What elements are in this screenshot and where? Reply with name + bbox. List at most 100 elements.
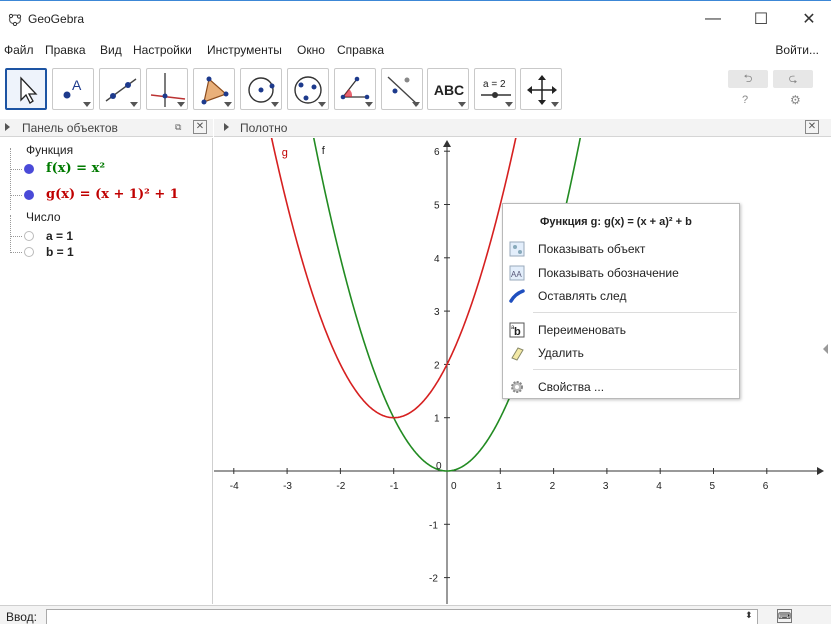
graphics-panel-title: Полотно: [240, 121, 288, 135]
gear-icon[interactable]: ⚙: [790, 93, 801, 107]
geogebra-logo-icon: [8, 13, 22, 26]
input-bar: Ввод: ⬍ ⌨: [0, 605, 831, 624]
undock-icon[interactable]: ⧉: [175, 122, 185, 132]
menu-item-properties[interactable]: Свойства ...: [503, 376, 739, 398]
sign-in-link[interactable]: Войти...: [775, 43, 819, 57]
redo-button[interactable]: ⮎: [773, 70, 813, 88]
text-tool-button[interactable]: ABC: [427, 68, 469, 110]
angle-tool-button[interactable]: [334, 68, 376, 110]
curve-g-label: g: [282, 147, 288, 159]
visibility-toggle-g[interactable]: [24, 190, 34, 200]
help-icon[interactable]: ?: [742, 94, 748, 106]
y-tick-label: 1: [434, 414, 440, 425]
menu-edit[interactable]: Правка: [45, 43, 86, 57]
gear-icon: [509, 379, 525, 395]
reflect-tool-button[interactable]: [381, 68, 423, 110]
visibility-toggle-b[interactable]: [24, 247, 34, 257]
rename-icon: ba: [509, 322, 525, 338]
y-tick-label: 3: [434, 307, 440, 318]
y-axis-arrow: [443, 140, 451, 147]
minimize-button[interactable]: —: [690, 5, 736, 33]
menu-options[interactable]: Настройки: [133, 43, 192, 57]
y-tick-label: 6: [434, 147, 440, 158]
curve-f-label: f: [322, 145, 326, 157]
toolbar: A ABC a = 2 ⮌ ⮎ ? ⚙: [0, 64, 831, 116]
slider-tool-button[interactable]: a = 2: [474, 68, 516, 110]
algebra-panel-header: Панель объектов ⧉ ✕: [0, 119, 213, 137]
menu-item-trace[interactable]: Оставлять след: [503, 285, 739, 307]
keyboard-toggle-icon[interactable]: ⌨: [777, 609, 792, 623]
perpendicular-tool-button[interactable]: [146, 68, 188, 110]
panel-collapse-icon[interactable]: [5, 123, 10, 131]
undo-button[interactable]: ⮌: [728, 70, 768, 88]
history-arrows-icon[interactable]: ⬍: [745, 610, 753, 621]
y-tick-label: -1: [429, 520, 438, 531]
maximize-button[interactable]: ☐: [738, 5, 784, 33]
y-tick-label: -2: [429, 574, 438, 585]
menu-item-show-object[interactable]: Показывать объект: [503, 238, 739, 260]
polygon-tool-button[interactable]: [193, 68, 235, 110]
menu-help[interactable]: Справка: [337, 43, 384, 57]
svg-text:a = 2: a = 2: [483, 79, 506, 90]
ellipse-tool-button[interactable]: [287, 68, 329, 110]
x-tick-label: 4: [656, 481, 662, 492]
show-label-icon: AA: [509, 265, 525, 281]
cursor-arrow-icon: [20, 76, 38, 104]
x-tick-label: 0: [451, 481, 457, 492]
menu-tools[interactable]: Инструменты: [207, 43, 282, 57]
svg-text:A: A: [72, 77, 82, 93]
context-menu: Функция g: g(x) = (x + a)² + b Показыват…: [502, 203, 740, 399]
y-tick-label: 4: [434, 254, 440, 265]
move-tool-button[interactable]: [5, 68, 47, 110]
show-object-icon: [509, 241, 525, 257]
input-field[interactable]: [46, 609, 758, 624]
curve-g: [270, 138, 517, 419]
menu-item-show-label[interactable]: AA Показывать обозначение: [503, 262, 739, 284]
x-tick-label: -4: [230, 481, 239, 492]
svg-text:AA: AA: [511, 270, 522, 279]
number-a[interactable]: a = 1: [46, 229, 73, 243]
svg-text:b: b: [514, 326, 521, 338]
eraser-icon: [509, 345, 525, 361]
number-b[interactable]: b = 1: [46, 245, 74, 259]
menu-file[interactable]: Файл: [4, 43, 34, 57]
y-tick-label: 5: [434, 201, 440, 212]
algebra-panel: Функция f(x) = x² g(x) = (x + 1)² + 1 Чи…: [0, 138, 213, 604]
input-label: Ввод:: [6, 610, 37, 624]
x-tick-label: 5: [710, 481, 716, 492]
graphics-panel-header: Полотно ✕: [214, 119, 831, 137]
group-function-label: Функция: [26, 143, 74, 157]
x-tick-label: 6: [763, 481, 769, 492]
visibility-toggle-a[interactable]: [24, 231, 34, 241]
algebra-panel-title: Панель объектов: [22, 121, 118, 135]
function-f-expression[interactable]: f(x) = x²: [46, 161, 105, 176]
group-number-label: Число: [26, 210, 61, 224]
title-bar: GeoGebra — ☐ ✕: [0, 0, 831, 36]
x-tick-label: -2: [336, 481, 345, 492]
x-tick-label: -1: [390, 481, 399, 492]
trace-icon: [509, 288, 525, 304]
menu-item-rename[interactable]: ba Переименовать: [503, 319, 739, 341]
x-tick-label: -3: [283, 481, 292, 492]
circle-tool-button[interactable]: [240, 68, 282, 110]
x-tick-label: 1: [496, 481, 502, 492]
close-button[interactable]: ✕: [786, 5, 831, 33]
y-tick-label: 2: [434, 360, 440, 371]
line-tool-button[interactable]: [99, 68, 141, 110]
context-menu-header: Функция g: g(x) = (x + a)² + b: [540, 216, 692, 228]
point-tool-button[interactable]: A: [52, 68, 94, 110]
menu-bar: Файл Правка Вид Настройки Инструменты Ок…: [0, 38, 831, 62]
menu-view[interactable]: Вид: [100, 43, 122, 57]
move-graphics-tool-button[interactable]: [520, 68, 562, 110]
side-panel-toggle-icon[interactable]: [823, 344, 828, 354]
x-axis-arrow: [817, 467, 824, 475]
visibility-toggle-f[interactable]: [24, 164, 34, 174]
close-panel-icon[interactable]: ✕: [805, 120, 819, 134]
menu-window[interactable]: Окно: [297, 43, 325, 57]
origin-label: 0: [436, 461, 442, 472]
panel-collapse-icon[interactable]: [224, 123, 229, 131]
window-title: GeoGebra: [28, 12, 85, 26]
function-g-expression[interactable]: g(x) = (x + 1)² + 1: [46, 187, 179, 202]
close-panel-icon[interactable]: ✕: [193, 120, 207, 134]
menu-item-delete[interactable]: Удалить: [503, 342, 739, 364]
